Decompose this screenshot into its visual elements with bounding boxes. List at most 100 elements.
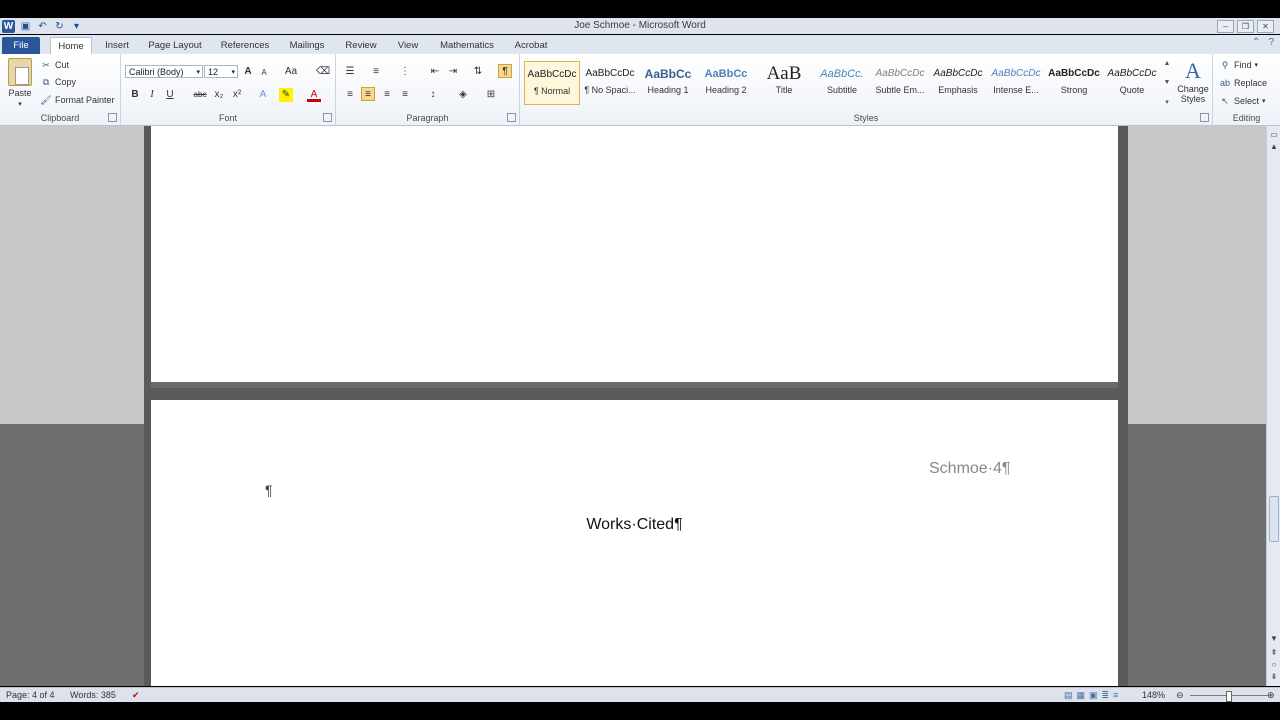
proofing-icon[interactable]: ✔ [132,689,140,702]
justify-icon[interactable]: ≡ [398,88,412,102]
underline-button[interactable]: U [163,88,177,102]
superscript-button[interactable]: x² [230,88,244,102]
status-bar: Page: 4 of 4 Words: 385 ✔ ▤▦▣≣≡ 148% ⊖ ⊕ [0,687,1280,703]
minimize-button[interactable]: – [1217,19,1234,33]
tab-mathematics[interactable]: Mathematics [434,37,500,54]
align-left-icon[interactable]: ≡ [343,88,357,102]
zoom-out-icon[interactable]: ⊖ [1176,689,1184,702]
multilevel-list-icon[interactable]: ⋮ [398,65,412,79]
align-right-icon[interactable]: ≡ [380,88,394,102]
zoom-level[interactable]: 148% [1142,689,1165,702]
browse-object-icon[interactable]: ○ [1269,660,1279,670]
more-styles-icon[interactable]: ▾ [1165,98,1169,106]
scroll-thumb[interactable] [1269,496,1279,542]
close-button[interactable]: ✕ [1257,19,1274,33]
borders-icon[interactable]: ⊞ [484,88,498,102]
decrease-indent-icon[interactable]: ⇤ [428,65,442,79]
style-name: Intense E... [993,85,1039,95]
change-styles-button[interactable]: A Change Styles [1175,58,1211,104]
cursor-icon: ↖ [1221,95,1229,106]
chevron-down-icon: ▾ [1262,98,1266,105]
page-header[interactable]: Schmoe·4¶ [929,460,1011,478]
style-strong[interactable]: AaBbCcDc Strong [1046,61,1102,105]
style-intense-emphasis[interactable]: AaBbCcDc Intense E... [988,61,1044,105]
ruler-toggle-icon[interactable]: ▭ [1269,130,1279,140]
empty-paragraph[interactable]: ¶ [265,482,273,498]
show-hide-button[interactable]: ¶ [498,64,512,78]
line-spacing-icon[interactable]: ↕ [426,88,440,102]
scroll-down-icon[interactable]: ▼ [1269,634,1279,644]
font-family-select[interactable]: Calibri (Body) ▾ [125,65,203,78]
grow-font-button[interactable]: A [241,65,255,79]
shrink-font-button[interactable]: A [257,66,271,80]
chevron-down-icon[interactable]: ▼ [1164,79,1171,86]
help-icon[interactable]: ? [1268,37,1274,48]
vertical-scrollbar[interactable]: ▭ ▲ ▼ ⇞ ○ ⇟ [1266,126,1280,686]
bold-button[interactable]: B [128,88,142,102]
style-heading-1[interactable]: AaBbCc Heading 1 [640,61,696,105]
increase-indent-icon[interactable]: ⇥ [446,65,460,79]
page-count[interactable]: Page: 4 of 4 [6,689,55,702]
font-launcher-icon[interactable] [323,113,332,122]
minimize-ribbon-icon[interactable]: ⌃ [1252,37,1260,48]
style-subtitle[interactable]: AaBbCc. Subtitle [814,61,870,105]
tab-view[interactable]: View [392,37,424,54]
tab-insert[interactable]: Insert [100,37,134,54]
tab-home[interactable]: Home [50,37,92,55]
shading-icon[interactable]: ◈ [456,88,470,102]
page-3[interactable] [151,126,1118,388]
page-4[interactable]: Schmoe·4¶ ¶ Works·Cited¶ [151,400,1118,686]
font-color-icon[interactable]: A [307,88,321,102]
tab-file[interactable]: File [2,37,40,54]
zoom-in-icon[interactable]: ⊕ [1267,689,1275,702]
tab-page-layout[interactable]: Page Layout [144,37,206,54]
select-button[interactable]: ↖ Select ▾ [1219,95,1266,107]
clear-formatting-icon[interactable]: ⌫ [316,65,330,79]
style-quote[interactable]: AaBbCcDc Quote [1104,61,1160,105]
styles-launcher-icon[interactable] [1200,113,1209,122]
text-effects-icon[interactable]: A [256,88,270,102]
works-cited-heading[interactable]: Works·Cited¶ [151,516,1118,534]
change-case-button[interactable]: Aa [281,65,301,79]
style-emphasis[interactable]: AaBbCcDc Emphasis [930,61,986,105]
styles-gallery-scroll[interactable]: ▲ ▼ ▾ [1162,60,1172,106]
find-button[interactable]: ⚲ Find ▾ [1219,59,1258,71]
tab-references[interactable]: References [216,37,274,54]
style-preview: AaBbCc [704,68,748,80]
tab-mailings[interactable]: Mailings [284,37,330,54]
style-preview: AaBbCc [644,67,692,81]
style-subtle-emphasis[interactable]: AaBbCcDc Subtle Em... [872,61,928,105]
paste-button[interactable]: Paste ▾ [8,58,32,108]
copy-button[interactable]: ⧉ Copy [40,76,76,88]
italic-button[interactable]: I [145,88,159,102]
sort-icon[interactable]: ⇅ [471,65,485,79]
restore-button[interactable]: ❐ [1237,19,1254,33]
scroll-up-icon[interactable]: ▲ [1269,142,1279,152]
view-buttons[interactable]: ▤▦▣≣≡ [1064,689,1122,702]
align-center-icon[interactable]: ≡ [361,87,375,101]
style-normal[interactable]: AaBbCcDc ¶ Normal [524,61,580,105]
subscript-button[interactable]: x₂ [212,88,226,102]
tab-acrobat[interactable]: Acrobat [510,37,552,54]
format-painter-button[interactable]: 🖌 Format Painter [40,94,114,106]
zoom-slider-thumb[interactable] [1226,691,1232,702]
style-no-spacing[interactable]: AaBbCcDc ¶ No Spaci... [582,61,638,105]
word-count[interactable]: Words: 385 [70,689,116,702]
editing-group: ⚲ Find ▾ ab Replace ↖ Select ▾ Editing [1213,54,1280,125]
numbering-icon[interactable]: ≡ [369,65,383,79]
chevron-up-icon[interactable]: ▲ [1164,60,1171,67]
next-page-icon[interactable]: ⇟ [1269,672,1279,682]
style-title[interactable]: AaB Title [756,61,812,105]
paragraph-group: ☰ ≡ ⋮ ⇤ ⇥ ⇅ ¶ ≡ ≡ ≡ ≡ ↕ ◈ ⊞ Paragraph [336,54,520,125]
paragraph-launcher-icon[interactable] [507,113,516,122]
style-heading-2[interactable]: AaBbCc Heading 2 [698,61,754,105]
clipboard-launcher-icon[interactable] [108,113,117,122]
cut-button[interactable]: ✂ Cut [40,59,69,71]
highlight-icon[interactable]: ✎ [279,88,293,102]
bullets-icon[interactable]: ☰ [343,65,357,79]
previous-page-icon[interactable]: ⇞ [1269,648,1279,658]
font-size-select[interactable]: 12 ▾ [204,65,238,78]
strikethrough-button[interactable]: abc [191,88,209,102]
replace-button[interactable]: ab Replace [1219,77,1267,89]
tab-review[interactable]: Review [340,37,382,54]
